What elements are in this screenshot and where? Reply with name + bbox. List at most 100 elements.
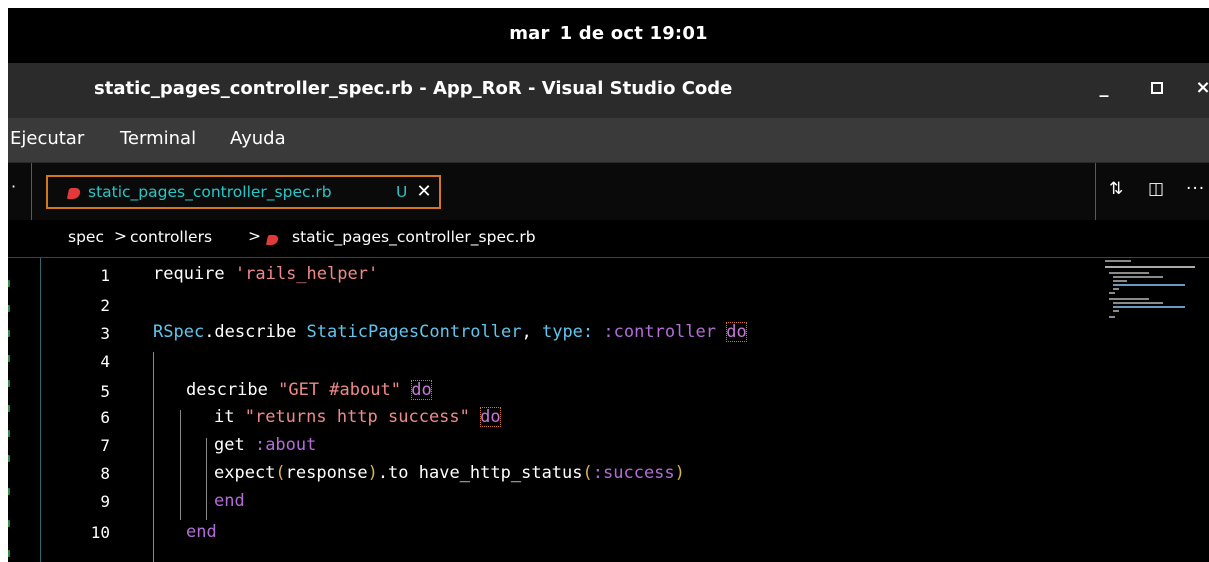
paren: (: [275, 463, 286, 483]
git-change-marker: [8, 380, 10, 387]
keyword-do: do: [726, 322, 747, 342]
paren: ): [674, 463, 685, 483]
system-clock[interactable]: mar 1 de oct 19:01: [8, 23, 1209, 44]
breadcrumb-file[interactable]: static_pages_controller_spec.rb: [292, 228, 536, 246]
git-change-marker: [8, 330, 10, 337]
line-number: 6: [100, 408, 110, 427]
tab-close-icon[interactable]: ✕: [414, 180, 434, 204]
minimap-line: [1113, 288, 1119, 290]
breadcrumb-separator: >: [114, 227, 127, 245]
code-line-1[interactable]: require 'rails_helper': [153, 264, 378, 284]
keyword: get: [214, 435, 255, 455]
minimap-line: [1105, 266, 1195, 268]
git-change-marker: [8, 488, 10, 495]
menu-item-ejecutar[interactable]: Ejecutar: [10, 128, 84, 149]
line-number: 9: [100, 492, 110, 511]
panel-divider[interactable]: [31, 163, 32, 220]
git-change-marker: [8, 280, 10, 287]
minimap[interactable]: [1105, 260, 1209, 330]
hash-key: type:: [541, 322, 594, 342]
keyword-end: end: [214, 491, 245, 511]
tab-static-pages-controller-spec[interactable]: static_pages_controller_spec.rb U ✕: [46, 175, 441, 209]
code-line-6[interactable]: it "returns http success" do: [214, 407, 501, 427]
indent-guide: [180, 410, 181, 520]
symbol: :success: [592, 463, 675, 483]
minimap-line: [1113, 310, 1119, 312]
system-top-bar: mar 1 de oct 19:01: [8, 8, 1209, 63]
string-literal: "returns http success": [244, 407, 470, 427]
line-number: 10: [90, 523, 110, 542]
punctuation: ,: [521, 322, 542, 342]
line-number: 7: [100, 436, 110, 455]
more-actions-icon[interactable]: ···: [1186, 179, 1205, 199]
gutter-divider: [40, 258, 41, 562]
method-call: .to have_http_status: [377, 463, 583, 483]
minimap-line: [1113, 302, 1163, 304]
code-line-3[interactable]: RSpec.describe StaticPagesController, ty…: [153, 322, 747, 342]
minimize-button[interactable]: _: [1092, 73, 1116, 103]
code-line-10[interactable]: end: [186, 522, 217, 542]
git-change-marker: [8, 405, 10, 412]
window-title-bar[interactable]: static_pages_controller_spec.rb - App_Ro…: [8, 63, 1209, 118]
git-change-marker: [8, 520, 10, 527]
split-editor-icon[interactable]: ◫: [1148, 179, 1164, 199]
menu-item-ayuda[interactable]: Ayuda: [230, 128, 286, 149]
ruby-file-icon: [66, 188, 82, 199]
constant: RSpec: [153, 322, 205, 342]
keyword: describe: [186, 380, 279, 400]
breadcrumb-controllers[interactable]: controllers: [130, 228, 212, 246]
string-literal: 'rails_helper': [234, 264, 379, 284]
minimap-line: [1109, 316, 1115, 318]
paren: (: [582, 463, 593, 483]
line-number: 3: [100, 324, 110, 343]
symbol: :about: [254, 435, 317, 455]
minimap-line: [1113, 284, 1185, 286]
breadcrumb: spec > controllers > static_pages_contro…: [8, 220, 1209, 258]
method-call: expect: [214, 463, 276, 483]
panel-dot-icon: ·: [11, 177, 17, 196]
breadcrumb-separator: >: [248, 227, 261, 245]
indent-guide: [206, 438, 207, 520]
code-editor[interactable]: 1 2 3 4 5 6 7 8 9 10 require 'rails_help…: [8, 258, 1209, 562]
breadcrumb-spec[interactable]: spec: [68, 228, 104, 246]
menu-item-terminal[interactable]: Terminal: [120, 128, 196, 149]
editor-tabs-bar: · static_pages_controller_spec.rb U ✕ ⇅ …: [8, 163, 1209, 221]
line-number: 2: [100, 296, 110, 315]
argument: response: [285, 463, 368, 483]
line-number: 4: [100, 352, 110, 371]
code-line-5[interactable]: describe "GET #about" do: [186, 380, 432, 400]
method-call: .describe: [204, 322, 307, 342]
line-number: 8: [100, 464, 110, 483]
string-literal: "GET #about": [278, 380, 401, 400]
paren: ): [367, 463, 378, 483]
source-control-compare-icon[interactable]: ⇅: [1109, 179, 1123, 199]
clock-day: mar: [509, 23, 550, 44]
git-change-marker: [8, 455, 10, 462]
minimap-line: [1113, 306, 1185, 308]
clock-datetime: 1 de oct 19:01: [559, 23, 708, 44]
code-line-8[interactable]: expect(response).to have_http_status(:su…: [214, 463, 685, 483]
minimap-line: [1113, 276, 1163, 278]
keyword-do: do: [480, 407, 501, 427]
minimap-line: [1113, 280, 1127, 282]
close-button[interactable]: ×: [1191, 73, 1209, 103]
ruby-file-icon: [265, 235, 280, 245]
code-line-9[interactable]: end: [214, 491, 245, 511]
git-change-marker: [8, 430, 10, 437]
minimap-line: [1105, 260, 1131, 262]
keyword-do: do: [411, 380, 432, 400]
code-line-7[interactable]: get :about: [214, 435, 316, 455]
minimap-line: [1109, 292, 1115, 294]
tab-label: static_pages_controller_spec.rb: [88, 183, 332, 201]
tabs-actions-divider: [1095, 163, 1096, 220]
keyword: it: [214, 407, 245, 427]
keyword-end: end: [186, 522, 217, 542]
line-number: 1: [100, 266, 110, 285]
minimap-line: [1109, 298, 1149, 300]
maximize-button[interactable]: [1145, 73, 1169, 103]
untracked-status-badge: U: [396, 183, 408, 201]
